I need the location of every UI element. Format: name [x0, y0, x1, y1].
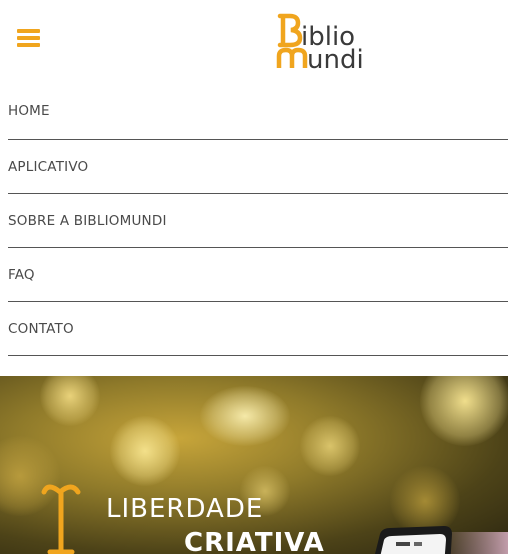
nav-item-label: FAQ [8, 267, 35, 283]
bokeh-light [40, 376, 100, 426]
main-navigation: HOME APLICATIVO SOBRE A BIBLIOMUNDI FAQ … [8, 84, 508, 356]
nav-item-label: APLICATIVO [8, 159, 89, 175]
bokeh-light [200, 386, 290, 446]
hamburger-bar [17, 29, 40, 33]
nav-item-label: SOBRE A BIBLIOMUNDI [8, 213, 167, 229]
bibliomundi-symbol-icon [38, 478, 84, 554]
hamburger-bar [17, 36, 40, 40]
tablet-icon [366, 526, 508, 554]
nav-item-contato[interactable]: CONTATO [8, 302, 508, 356]
hamburger-menu-button[interactable] [17, 29, 40, 49]
nav-item-sobre[interactable]: SOBRE A BIBLIOMUNDI [8, 194, 508, 248]
nav-item-home[interactable]: HOME [8, 84, 508, 140]
hero-banner: LIBERDADE CRIATIVA [0, 376, 508, 554]
nav-item-label: CONTATO [8, 321, 74, 337]
site-header: iblio undi [0, 0, 508, 84]
nav-item-faq[interactable]: FAQ [8, 248, 508, 302]
nav-item-aplicativo[interactable]: APLICATIVO [8, 140, 508, 194]
hero-headline-line2: CRIATIVA [184, 528, 325, 554]
svg-text:undi: undi [307, 45, 364, 70]
hero-headline-line1: LIBERDADE [106, 494, 264, 524]
bibliomundi-logo-icon: iblio undi [276, 13, 364, 70]
bokeh-light [110, 416, 180, 486]
nav-item-label: HOME [8, 103, 50, 119]
bokeh-light [300, 416, 360, 476]
hamburger-bar [17, 43, 40, 47]
bokeh-light [420, 376, 508, 446]
bibliomundi-logo[interactable]: iblio undi [276, 12, 374, 70]
